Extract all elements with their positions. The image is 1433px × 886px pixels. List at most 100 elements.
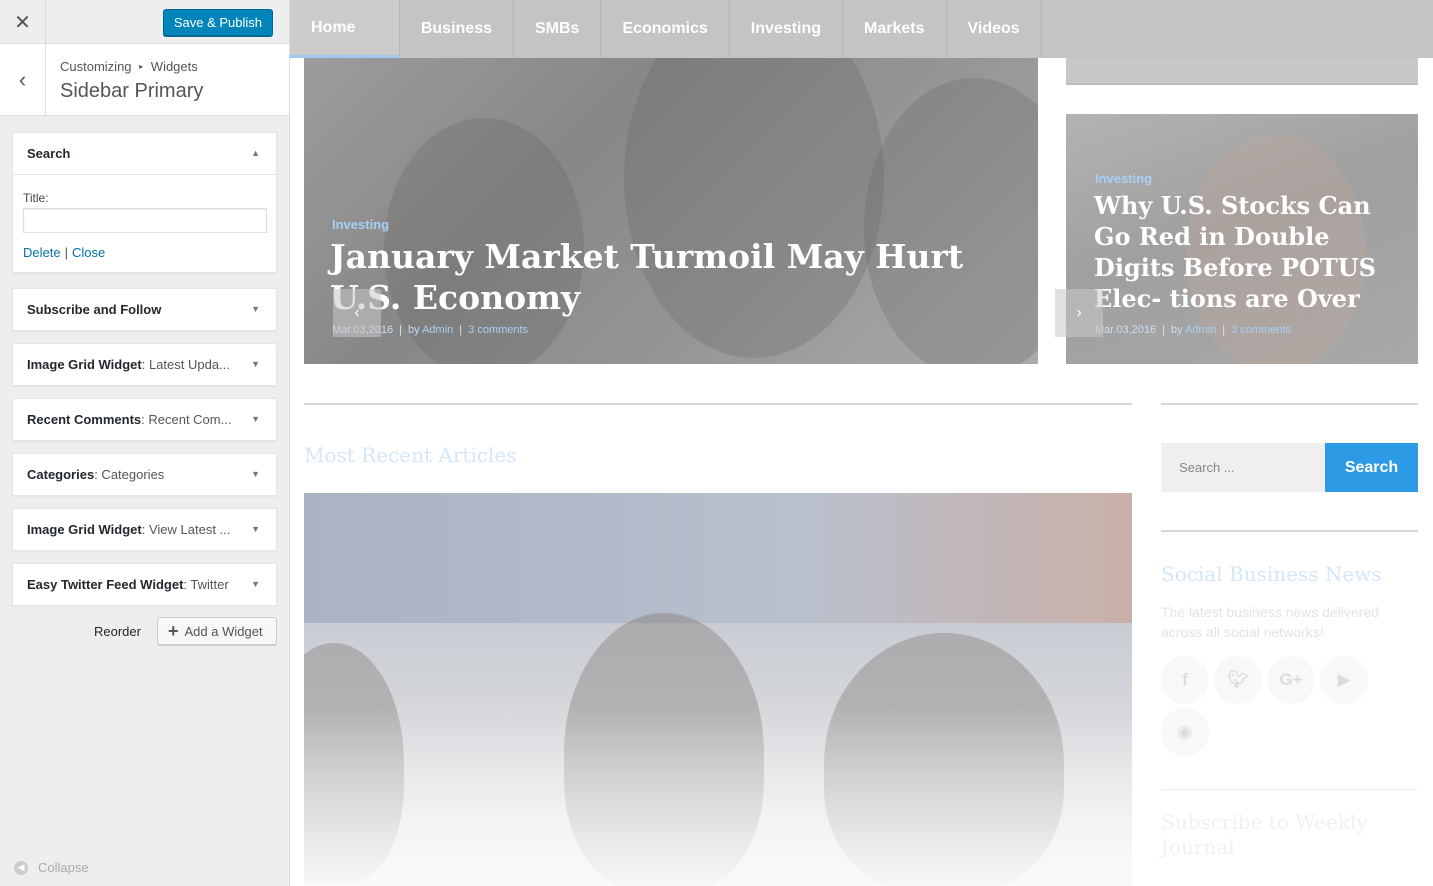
search-button[interactable]: Search <box>1325 443 1418 492</box>
youtube-icon[interactable]: ▶ <box>1320 656 1368 704</box>
chevron-down-icon: ⌄ <box>369 22 378 33</box>
widget-title: Search <box>27 146 71 161</box>
post-by: by <box>408 324 420 336</box>
widget-categories[interactable]: Categories: Categories ▼ <box>12 453 277 496</box>
actions-separator: | <box>64 245 68 260</box>
google-plus-icon[interactable]: G+ <box>1267 656 1315 704</box>
rss-icon[interactable]: ◉ <box>1161 708 1209 756</box>
sidebar-divider <box>1161 530 1418 532</box>
collapse-label: Collapse <box>38 860 89 875</box>
facebook-icon[interactable]: f <box>1161 656 1209 704</box>
add-widget-button[interactable]: + Add a Widget <box>157 617 277 645</box>
slider-prev-icon[interactable]: ‹ <box>333 289 381 337</box>
save-publish-button[interactable]: Save & Publish <box>162 9 273 36</box>
widget-subtitle: : Categories <box>94 467 165 482</box>
post-comments[interactable]: 3 comments <box>468 324 528 336</box>
close-icon[interactable]: ✕ <box>0 0 46 44</box>
hero-side-category[interactable]: Investing <box>1095 171 1152 186</box>
post-by: by <box>1171 324 1183 336</box>
widget-name: Easy Twitter Feed Widget <box>27 577 184 592</box>
hero-side-meta: Mar.03,2016 | by Admin | 3 comments <box>1095 324 1292 336</box>
widget-name: Categories <box>27 467 95 482</box>
widget-subscribe-and-follow[interactable]: Subscribe and Follow ▼ <box>12 288 277 331</box>
slider-next-icon[interactable]: › <box>1055 289 1103 337</box>
top-card-fragment <box>1066 58 1418 85</box>
search-input[interactable]: Search ... <box>1161 443 1325 492</box>
hero-main-image[interactable] <box>304 58 1038 364</box>
nav-item-markets[interactable]: Markets <box>843 0 947 58</box>
chevron-down-icon[interactable]: ▼ <box>251 524 260 534</box>
collapse-button[interactable]: ◀ Collapse <box>14 860 89 875</box>
site-preview: Home ⌄ Business SMBs Economics Investing… <box>290 0 1433 886</box>
featured-slider[interactable] <box>304 493 1132 886</box>
nav-item-label: Markets <box>864 20 925 37</box>
sidebar-divider <box>1161 403 1418 405</box>
breadcrumb-separator-icon: ▸ <box>139 62 144 71</box>
widget-name: Subscribe and Follow <box>27 302 162 317</box>
main-nav: Home ⌄ Business SMBs Economics Investing… <box>290 0 1433 58</box>
hero-side-title[interactable]: Why U.S. Stocks Can Go Red in Double Dig… <box>1094 190 1404 314</box>
chevron-up-icon[interactable]: ▲ <box>251 148 260 158</box>
collapse-arrow-icon: ◀ <box>14 860 28 875</box>
hero-main-category[interactable]: Investing <box>332 217 389 232</box>
widget-name: Recent Comments <box>27 412 142 427</box>
breadcrumb: Customizing ▸ Widgets <box>60 59 198 74</box>
post-author[interactable]: Admin <box>422 324 453 336</box>
widget-search: Search ▲ Title: Delete | Close <box>12 132 277 273</box>
chevron-down-icon[interactable]: ▼ <box>251 469 260 479</box>
page-title: Sidebar Primary <box>60 80 204 102</box>
recent-articles-title: Most Recent Articles <box>304 443 517 467</box>
customizer-panel: ✕ Save & Publish ‹ Customizing ▸ Widgets… <box>0 0 290 886</box>
nav-item-label: Business <box>420 20 492 37</box>
delete-link[interactable]: Delete <box>23 245 61 260</box>
breadcrumb-root: Customizing <box>60 59 132 74</box>
hero-main-title[interactable]: January Market Turmoil May Hurt U.S. Eco… <box>330 236 1020 318</box>
nav-item-economics[interactable]: Economics <box>601 0 730 58</box>
title-field-label: Title: <box>23 191 49 205</box>
social-news-description: The latest business news delivered acros… <box>1161 604 1379 640</box>
breadcrumb-current: Widgets <box>150 59 198 74</box>
content-divider <box>304 403 1132 405</box>
widget-name: Image Grid Widget <box>27 522 142 537</box>
chevron-down-icon[interactable]: ▼ <box>251 579 260 589</box>
social-news-title: Social Business News <box>1161 562 1382 586</box>
widget-subtitle: : Latest Upda... <box>141 357 230 372</box>
subscribe-title: Subscribe to Weekly Journal <box>1161 810 1368 859</box>
title-field[interactable] <box>23 208 267 233</box>
nav-item-smbs[interactable]: SMBs <box>514 0 602 58</box>
widget-recent-comments[interactable]: Recent Comments: Recent Com... ▼ <box>12 398 277 441</box>
widget-search-body: Title: Delete | Close <box>13 174 276 272</box>
chevron-down-icon[interactable]: ▼ <box>251 359 260 369</box>
post-date: Mar.03,2016 <box>1095 324 1157 336</box>
add-widget-label: Add a Widget <box>184 623 263 639</box>
sidebar-divider <box>1161 789 1418 790</box>
widget-search-header[interactable]: Search ▲ <box>13 133 276 174</box>
nav-item-videos[interactable]: Videos <box>947 0 1042 58</box>
back-arrow-icon[interactable]: ‹ <box>0 44 46 115</box>
plus-icon: + <box>168 621 179 641</box>
nav-item-home[interactable]: Home ⌄ <box>290 0 400 58</box>
chevron-down-icon[interactable]: ▼ <box>251 304 260 314</box>
widget-image-grid-latest[interactable]: Image Grid Widget: Latest Upda... ▼ <box>12 343 277 386</box>
nav-spacer <box>1041 0 1433 58</box>
nav-item-investing[interactable]: Investing <box>730 0 844 58</box>
section-title-area: ‹ Customizing ▸ Widgets Sidebar Primary <box>0 44 289 116</box>
chevron-down-icon[interactable]: ▼ <box>251 414 260 424</box>
nav-item-business[interactable]: Business <box>400 0 514 58</box>
widget-image-grid-view-latest[interactable]: Image Grid Widget: View Latest ... ▼ <box>12 508 277 551</box>
widget-actions: Delete | Close <box>23 245 266 260</box>
twitter-icon[interactable]: 🐦︎ <box>1214 656 1262 704</box>
widget-name: Image Grid Widget <box>27 357 142 372</box>
nav-item-label: Home <box>311 18 356 36</box>
customizer-header: ✕ Save & Publish <box>0 0 289 44</box>
nav-item-label: SMBs <box>534 20 580 37</box>
widget-twitter-feed[interactable]: Easy Twitter Feed Widget: Twitter ▼ <box>12 563 277 606</box>
reorder-link[interactable]: Reorder <box>94 624 141 639</box>
post-comments[interactable]: 3 comments <box>1231 324 1291 336</box>
nav-item-label: Economics <box>622 20 708 37</box>
post-author[interactable]: Admin <box>1185 324 1216 336</box>
widget-subtitle: : View Latest ... <box>141 522 231 537</box>
nav-item-label: Videos <box>967 20 1020 37</box>
close-link[interactable]: Close <box>72 245 105 260</box>
widget-subtitle: : Twitter <box>183 577 229 592</box>
